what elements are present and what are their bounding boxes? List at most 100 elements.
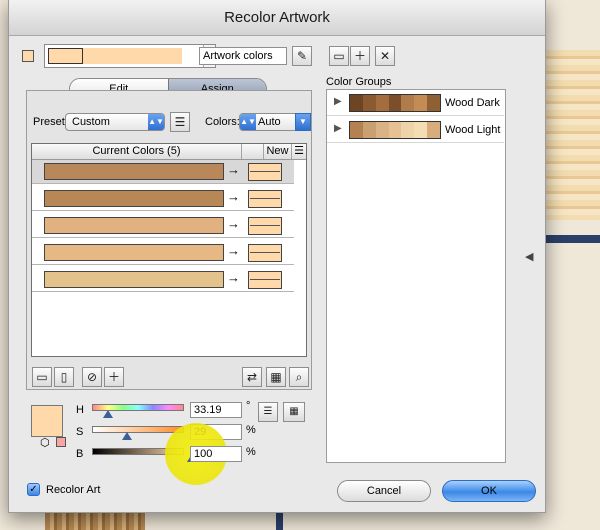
- new-color-swatch[interactable]: [248, 244, 282, 262]
- artwork-blue-bar: [540, 235, 600, 243]
- disclosure-triangle-icon[interactable]: ▶: [334, 96, 342, 107]
- color-group-name: Wood Light: [445, 124, 501, 136]
- new-row-icon[interactable]: ＋: [104, 367, 124, 387]
- new-color-swatch[interactable]: [248, 190, 282, 208]
- group-swatch: [362, 122, 376, 138]
- preset-select[interactable]: Custom ▲▼: [65, 113, 165, 131]
- preset-label: Preset:: [33, 116, 68, 128]
- color-group-row[interactable]: ▶ Wood Light: [327, 117, 504, 143]
- dialog-title: Recolor Artwork: [9, 0, 545, 36]
- group-swatch: [401, 122, 415, 138]
- color-group-name: Wood Dark: [445, 97, 500, 109]
- table-rows: → → → → →: [32, 160, 308, 356]
- disclosure-triangle-icon[interactable]: ▶: [334, 123, 342, 134]
- group-swatch: [427, 95, 441, 111]
- merge-colors-icon[interactable]: ▭: [32, 367, 52, 387]
- new-header: New: [264, 144, 292, 159]
- new-color-swatch[interactable]: [248, 217, 282, 235]
- arrow-right-icon[interactable]: →: [227, 243, 240, 258]
- artwork-wood-texture: [540, 50, 600, 220]
- active-color-swatch[interactable]: [22, 50, 34, 62]
- selected-color-swatch[interactable]: [31, 405, 63, 437]
- group-swatch: [388, 95, 402, 111]
- current-color-swatch[interactable]: [44, 271, 224, 288]
- color-group-swatches[interactable]: [349, 94, 441, 112]
- current-color-swatch[interactable]: [44, 163, 224, 180]
- colors-value: Auto: [258, 116, 281, 128]
- group-swatch: [375, 122, 389, 138]
- colors-dropdown-arrow-icon[interactable]: ▼: [295, 113, 311, 131]
- table-row[interactable]: →: [32, 160, 294, 184]
- color-group-row[interactable]: ▶ Wood Dark: [327, 90, 504, 116]
- group-swatch: [375, 95, 389, 111]
- group-swatch: [414, 122, 428, 138]
- random-saturation-icon[interactable]: ▦: [266, 367, 286, 387]
- color-groups-title: Color Groups: [326, 76, 392, 88]
- current-colors-header: Current Colors (5): [32, 144, 242, 159]
- header-spacer: [242, 144, 264, 159]
- recolor-art-label: Recolor Art: [46, 484, 101, 496]
- group-swatch: [401, 95, 415, 111]
- recolor-artwork-dialog: Recolor Artwork ▼ Artwork colors ✎ ▭ ＋ ✕…: [8, 0, 546, 513]
- hue-unit: °: [246, 400, 251, 412]
- eyedropper-icon[interactable]: ✎: [292, 46, 312, 66]
- slider-options-icon[interactable]: ☰: [258, 402, 278, 422]
- group-swatch: [388, 122, 402, 138]
- saturation-label: S: [76, 426, 84, 438]
- exclude-colors-icon[interactable]: ⊘: [82, 367, 102, 387]
- table-row[interactable]: →: [32, 268, 294, 292]
- new-color-swatch[interactable]: [248, 271, 282, 289]
- table-row[interactable]: →: [32, 241, 294, 265]
- group-swatch: [350, 122, 363, 138]
- new-color-swatch[interactable]: [248, 163, 282, 181]
- colors-select[interactable]: ▲▼ Auto: [239, 113, 299, 131]
- strip-color: [83, 48, 116, 64]
- arrow-right-icon[interactable]: →: [227, 270, 240, 285]
- group-swatch: [362, 95, 376, 111]
- brightness-unit: %: [246, 446, 256, 458]
- preset-options-icon[interactable]: ☰: [170, 112, 190, 132]
- color-group-swatches[interactable]: [349, 121, 441, 139]
- assign-panel: Preset: Custom ▲▼ ☰ Colors: ▲▼ Auto ▼ Cu…: [26, 90, 312, 390]
- hue-slider-thumb[interactable]: [103, 410, 114, 418]
- recolor-art-checkbox[interactable]: ✓: [27, 483, 40, 496]
- save-group-icon[interactable]: ▭: [329, 46, 349, 66]
- gamut-warning-swatch[interactable]: [56, 437, 66, 447]
- current-colors-dropdown[interactable]: ▼: [44, 44, 216, 68]
- arrow-right-icon[interactable]: →: [227, 189, 240, 204]
- chevron-updown-icon: ▲▼: [148, 114, 164, 130]
- chevron-updown-icon: ▲▼: [240, 114, 256, 130]
- strip-color: [48, 48, 83, 64]
- trash-icon[interactable]: ✕: [375, 46, 395, 66]
- arrow-right-icon[interactable]: →: [227, 216, 240, 231]
- color-group-name-field[interactable]: Artwork colors: [199, 47, 287, 65]
- strip-color: [149, 48, 182, 64]
- random-order-icon[interactable]: ⇄: [242, 367, 262, 387]
- current-color-swatch[interactable]: [44, 244, 224, 261]
- current-colors-strip: [48, 48, 182, 64]
- collapse-panel-icon[interactable]: ◀: [525, 250, 533, 263]
- color-groups-list: ▶ Wood Dark ▶ Wood Light: [326, 89, 506, 463]
- brightness-value-field[interactable]: 100: [190, 446, 242, 462]
- find-color-icon[interactable]: ⌕: [289, 367, 309, 387]
- group-swatch: [414, 95, 428, 111]
- hue-label: H: [76, 404, 84, 416]
- current-color-swatch[interactable]: [44, 190, 224, 207]
- strip-color: [116, 48, 149, 64]
- new-group-icon[interactable]: ＋: [350, 46, 370, 66]
- arrow-right-icon[interactable]: →: [227, 162, 240, 177]
- table-row[interactable]: →: [32, 214, 294, 238]
- table-menu-icon[interactable]: ☰: [292, 144, 306, 159]
- saturation-slider-thumb[interactable]: [121, 432, 132, 440]
- colors-label: Colors:: [205, 116, 240, 128]
- hue-value-field[interactable]: 33.19: [190, 402, 242, 418]
- ok-button[interactable]: OK: [442, 480, 536, 502]
- cube-icon[interactable]: ⬡: [40, 436, 50, 449]
- saturation-slider[interactable]: [92, 426, 184, 433]
- cancel-button[interactable]: Cancel: [337, 480, 431, 502]
- color-library-icon[interactable]: ▦: [283, 402, 305, 422]
- current-color-swatch[interactable]: [44, 217, 224, 234]
- separate-colors-icon[interactable]: ▯: [54, 367, 74, 387]
- table-row[interactable]: →: [32, 187, 294, 211]
- color-table: Current Colors (5) New ☰ → → → → →: [31, 143, 307, 357]
